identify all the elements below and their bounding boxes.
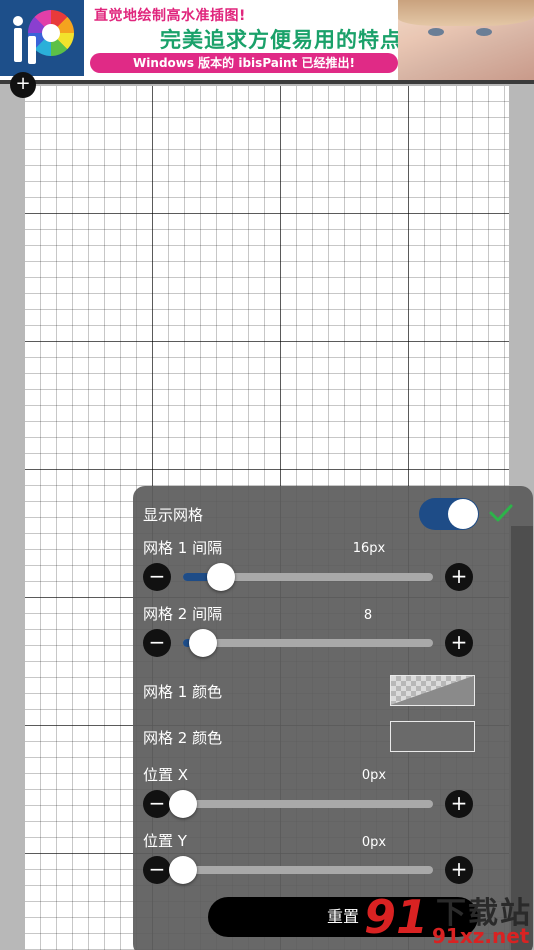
watermark-logo: 91 xyxy=(364,890,429,944)
grid1-color-swatch[interactable] xyxy=(390,675,475,706)
site-watermark: 91 下载站 91xz.net xyxy=(364,882,534,950)
slider-knob[interactable] xyxy=(189,629,217,657)
position-x-value: 0px xyxy=(361,768,387,783)
grid-settings-panel: 显示网格 网格 1 间隔 16px − + 网格 2 间隔 8 − + 网格 1… xyxy=(133,486,533,950)
position-y-decrease-button[interactable]: − xyxy=(143,856,171,884)
position-y-increase-button[interactable]: + xyxy=(445,856,473,884)
position-x-increase-button[interactable]: + xyxy=(445,790,473,818)
grid1-spacing-increase-button[interactable]: + xyxy=(445,563,473,591)
banner-cta: Windows 版本的 ibisPaint 已经推出! xyxy=(90,53,398,73)
grid2-spacing-label: 网格 2 间隔 xyxy=(143,605,223,623)
slider-knob[interactable] xyxy=(169,856,197,884)
show-grid-toggle[interactable] xyxy=(419,498,479,530)
grid2-spacing-slider[interactable] xyxy=(183,629,433,657)
position-x-slider[interactable] xyxy=(169,790,433,818)
slider-knob[interactable] xyxy=(169,790,197,818)
position-x-label: 位置 X xyxy=(143,766,189,784)
grid1-spacing-label: 网格 1 间隔 xyxy=(143,539,223,557)
ad-banner[interactable]: 直觉地绘制高水准插图! 完美追求方便易用的特点! Windows 版本的 ibi… xyxy=(0,0,534,82)
ibispaint-logo xyxy=(0,0,84,76)
banner-subheadline: 完美追求方便易用的特点! xyxy=(160,28,413,52)
toggle-knob xyxy=(448,499,478,529)
canvas-add-icon[interactable]: + xyxy=(10,72,36,98)
grid2-spacing-decrease-button[interactable]: − xyxy=(143,629,171,657)
position-y-label: 位置 Y xyxy=(143,832,187,850)
grid2-spacing-increase-button[interactable]: + xyxy=(445,629,473,657)
banner-divider xyxy=(0,80,534,84)
grid2-spacing-value: 8 xyxy=(363,608,373,623)
banner-headline: 直觉地绘制高水准插图! xyxy=(94,8,246,24)
position-y-value: 0px xyxy=(361,835,387,850)
banner-illustration xyxy=(398,0,534,80)
position-y-slider[interactable] xyxy=(169,856,433,884)
grid1-spacing-decrease-button[interactable]: − xyxy=(143,563,171,591)
grid1-spacing-slider[interactable] xyxy=(183,563,433,591)
confirm-check-icon[interactable] xyxy=(488,500,514,526)
grid1-color-label: 网格 1 颜色 xyxy=(143,683,223,701)
slider-knob[interactable] xyxy=(206,563,235,591)
grid2-color-swatch[interactable] xyxy=(390,721,475,752)
grid2-color-label: 网格 2 颜色 xyxy=(143,729,223,747)
show-grid-label: 显示网格 xyxy=(143,506,204,524)
position-x-decrease-button[interactable]: − xyxy=(143,790,171,818)
watermark-url: 91xz.net xyxy=(432,924,530,948)
grid1-spacing-value: 16px xyxy=(352,541,386,556)
